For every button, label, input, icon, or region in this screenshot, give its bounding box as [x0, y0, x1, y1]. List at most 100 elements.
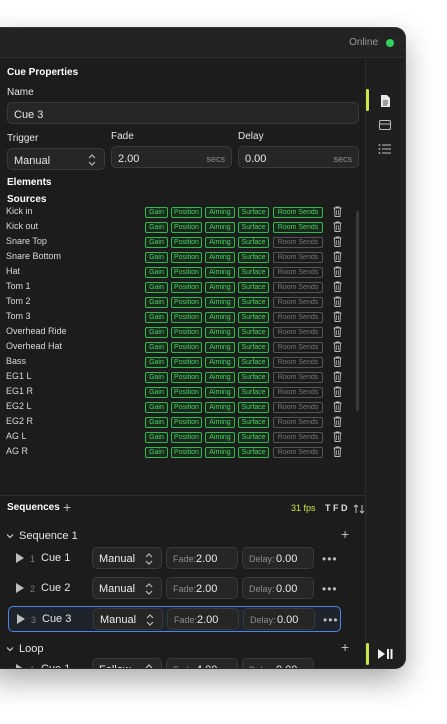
tag-position[interactable]: Position	[171, 312, 202, 323]
tag-surface[interactable]: Surface	[238, 417, 269, 428]
cue-delay-input[interactable]: Delay:0.00	[242, 577, 314, 599]
tag-room-sends[interactable]: Room Sends	[273, 222, 323, 233]
tag-room-sends[interactable]: Room Sends	[273, 312, 323, 323]
trash-icon[interactable]	[333, 251, 342, 262]
tag-position[interactable]: Position	[171, 387, 202, 398]
trash-icon[interactable]	[333, 266, 342, 277]
trash-icon[interactable]	[333, 311, 342, 322]
cue-name-input[interactable]: Cue 3	[7, 102, 359, 124]
tag-position[interactable]: Position	[171, 327, 202, 338]
document-icon[interactable]	[378, 94, 392, 108]
trash-icon[interactable]	[333, 341, 342, 352]
cue-row[interactable]: 2 Cue 2 Manual Fade: 2.00 Delay: 0.00 •••	[8, 576, 341, 602]
tag-surface[interactable]: Surface	[238, 252, 269, 263]
play-pause-icon[interactable]	[377, 647, 393, 661]
tag-room-sends[interactable]: Room Sends	[273, 252, 323, 263]
add-cue-button[interactable]: +	[341, 526, 349, 542]
tag-room-sends[interactable]: Room Sends	[273, 297, 323, 308]
cue-fade-input[interactable]: Fade: 2.00	[166, 577, 238, 599]
tag-aiming[interactable]: Aiming	[205, 432, 235, 443]
trash-icon[interactable]	[333, 236, 342, 247]
trash-icon[interactable]	[333, 296, 342, 307]
tag-surface[interactable]: Surface	[238, 222, 269, 233]
cue-delay-input[interactable]: Delay:0.00	[243, 608, 315, 630]
tag-aiming[interactable]: Aiming	[205, 237, 235, 248]
tag-position[interactable]: Position	[171, 372, 202, 383]
trash-icon[interactable]	[333, 446, 342, 457]
tag-gain[interactable]: Gain	[145, 342, 168, 353]
tag-room-sends[interactable]: Room Sends	[273, 372, 323, 383]
chevron-down-icon[interactable]	[6, 645, 14, 653]
tag-gain[interactable]: Gain	[145, 222, 168, 233]
tag-position[interactable]: Position	[171, 222, 202, 233]
tag-aiming[interactable]: Aiming	[205, 282, 235, 293]
tag-aiming[interactable]: Aiming	[205, 207, 235, 218]
tag-surface[interactable]: Surface	[238, 357, 269, 368]
tag-aiming[interactable]: Aiming	[205, 417, 235, 428]
tag-gain[interactable]: Gain	[145, 432, 168, 443]
cue-row[interactable]: 3 Cue 3 Manual Fade: 2.00 Delay: 0.00 •••	[8, 606, 341, 632]
tag-aiming[interactable]: Aiming	[205, 327, 235, 338]
tag-aiming[interactable]: Aiming	[205, 312, 235, 323]
tag-position[interactable]: Position	[171, 297, 202, 308]
add-cue-button[interactable]: +	[341, 639, 349, 655]
play-icon[interactable]	[16, 583, 24, 593]
tag-surface[interactable]: Surface	[238, 327, 269, 338]
tag-gain[interactable]: Gain	[145, 402, 168, 413]
tag-gain[interactable]: Gain	[145, 372, 168, 383]
tag-aiming[interactable]: Aiming	[205, 372, 235, 383]
trash-icon[interactable]	[333, 401, 342, 412]
tag-aiming[interactable]: Aiming	[205, 297, 235, 308]
tag-gain[interactable]: Gain	[145, 207, 168, 218]
sequence-header[interactable]: Sequence 1 +	[6, 524, 351, 548]
list-icon[interactable]	[378, 142, 392, 156]
tag-position[interactable]: Position	[171, 417, 202, 428]
tag-room-sends[interactable]: Room Sends	[273, 282, 323, 293]
tag-aiming[interactable]: Aiming	[205, 222, 235, 233]
sources-scrollbar[interactable]	[356, 211, 359, 411]
delay-input[interactable]: 0.00 secs	[238, 146, 359, 168]
play-icon[interactable]	[16, 553, 24, 563]
cue-row[interactable]: 1 Cue 1 Manual Fade: 2.00 Delay: 0.00 •••	[8, 546, 341, 572]
more-options-icon[interactable]: •••	[323, 613, 339, 627]
tag-room-sends[interactable]: Room Sends	[273, 237, 323, 248]
tag-gain[interactable]: Gain	[145, 417, 168, 428]
more-options-icon[interactable]: •••	[322, 663, 338, 668]
tag-aiming[interactable]: Aiming	[205, 267, 235, 278]
tray-icon[interactable]	[378, 118, 392, 132]
add-sequence-button[interactable]: +	[63, 499, 71, 515]
cue-fade-input[interactable]: Fade:4.00	[166, 658, 238, 668]
tag-position[interactable]: Position	[171, 432, 202, 443]
tag-aiming[interactable]: Aiming	[205, 402, 235, 413]
cue-trigger-select[interactable]: Manual	[92, 577, 162, 599]
tag-room-sends[interactable]: Room Sends	[273, 432, 323, 443]
tag-surface[interactable]: Surface	[238, 447, 269, 458]
tag-gain[interactable]: Gain	[145, 252, 168, 263]
tag-room-sends[interactable]: Room Sends	[273, 267, 323, 278]
tag-gain[interactable]: Gain	[145, 237, 168, 248]
trash-icon[interactable]	[333, 371, 342, 382]
tag-surface[interactable]: Surface	[238, 312, 269, 323]
tfd-toggle[interactable]: T F D	[325, 503, 348, 513]
tag-aiming[interactable]: Aiming	[205, 387, 235, 398]
trash-icon[interactable]	[333, 431, 342, 442]
cue-trigger-select[interactable]: Manual	[93, 608, 163, 630]
tag-surface[interactable]: Surface	[238, 207, 269, 218]
tag-gain[interactable]: Gain	[145, 327, 168, 338]
tag-room-sends[interactable]: Room Sends	[273, 342, 323, 353]
tag-surface[interactable]: Surface	[238, 342, 269, 353]
tag-surface[interactable]: Surface	[238, 237, 269, 248]
tag-room-sends[interactable]: Room Sends	[273, 387, 323, 398]
tag-position[interactable]: Position	[171, 207, 202, 218]
cue-fade-input[interactable]: Fade: 2.00	[167, 608, 239, 630]
cue-delay-input[interactable]: Delay:0.00	[242, 547, 314, 569]
tag-room-sends[interactable]: Room Sends	[273, 207, 323, 218]
tag-surface[interactable]: Surface	[238, 432, 269, 443]
play-icon[interactable]	[16, 664, 24, 668]
tag-room-sends[interactable]: Room Sends	[273, 357, 323, 368]
play-icon[interactable]	[17, 614, 25, 624]
tag-gain[interactable]: Gain	[145, 312, 168, 323]
tag-aiming[interactable]: Aiming	[205, 357, 235, 368]
tag-surface[interactable]: Surface	[238, 387, 269, 398]
trash-icon[interactable]	[333, 206, 342, 217]
